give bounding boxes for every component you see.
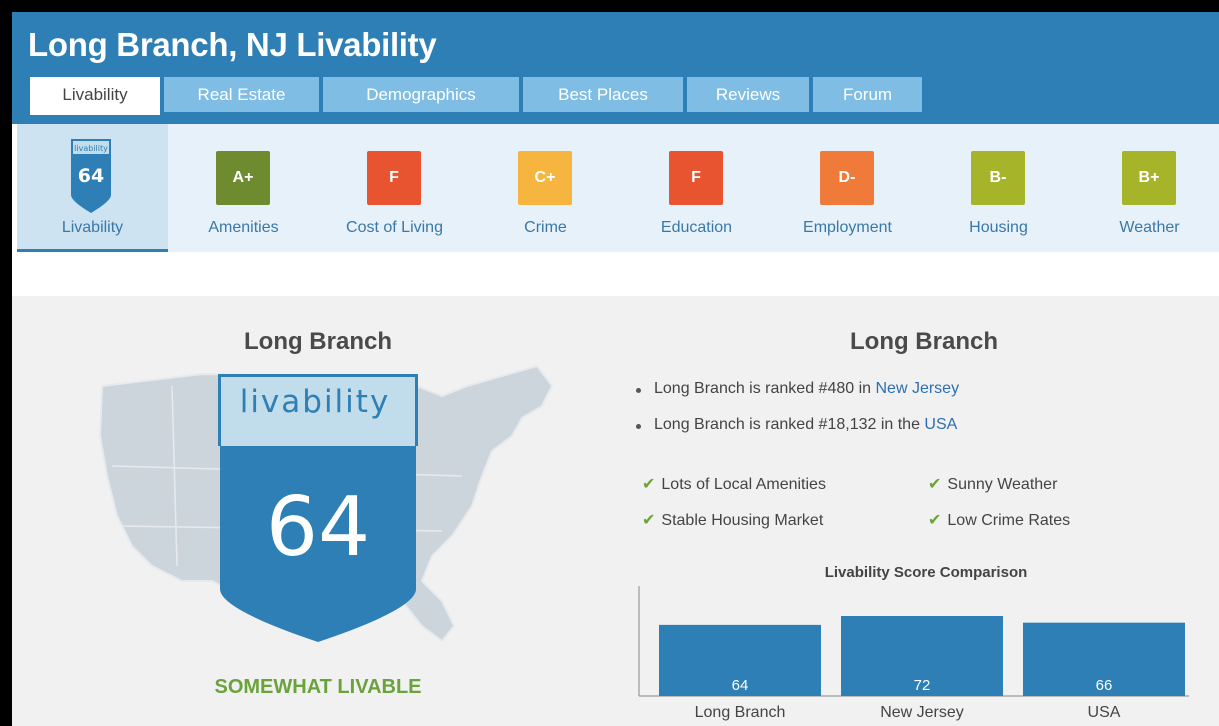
category-employment[interactable]: D- Employment bbox=[772, 124, 923, 252]
page-title: Long Branch, NJ Livability bbox=[28, 26, 437, 63]
category-housing[interactable]: B- Housing bbox=[923, 124, 1074, 252]
category-crime[interactable]: C+ Crime bbox=[470, 124, 621, 252]
livability-verdict: SOMEWHAT LIVABLE bbox=[214, 676, 422, 698]
checkmark-icon: ✔ bbox=[642, 476, 656, 493]
bar-value-label: 72 bbox=[914, 677, 931, 694]
highlight-item: ✔ Sunny Weather bbox=[928, 476, 1058, 493]
highlight-item: ✔ Low Crime Rates bbox=[928, 512, 1071, 529]
category-weather[interactable]: B+ Weather bbox=[1074, 124, 1219, 252]
checkmark-icon: ✔ bbox=[642, 512, 656, 529]
tab-forum[interactable]: Forum bbox=[813, 77, 922, 112]
tab-demographics[interactable]: Demographics bbox=[323, 77, 519, 112]
category-strip: livability 64 Livability A+ Amenities F … bbox=[17, 124, 1219, 252]
chart-title: Livability Score Comparison bbox=[824, 564, 1028, 581]
category-label: Education bbox=[660, 219, 733, 236]
category-livability[interactable]: livability 64 Livability bbox=[17, 124, 168, 252]
category-label: Housing bbox=[969, 219, 1028, 236]
livability-score: 64 bbox=[265, 480, 371, 575]
page: Long Branch, NJ Livability Livability Re… bbox=[12, 12, 1219, 726]
grade-badge: B+ bbox=[1122, 151, 1176, 205]
checkmark-icon: ✔ bbox=[928, 512, 942, 529]
livability-badge-icon: livability 64 bbox=[71, 139, 111, 213]
left-heading: Long Branch bbox=[244, 328, 392, 355]
rank-country-text: Long Branch is ranked #18,132 in the bbox=[654, 416, 925, 433]
category-label: Amenities bbox=[208, 219, 279, 236]
livability-score-badge: livability 64 bbox=[218, 374, 418, 644]
category-amenities[interactable]: A+ Amenities bbox=[168, 124, 319, 252]
usa-link[interactable]: USA bbox=[924, 416, 957, 433]
category-label: Cost of Living bbox=[346, 219, 443, 236]
grade-badge: F bbox=[669, 151, 723, 205]
tab-best-places[interactable]: Best Places bbox=[523, 77, 683, 112]
category-education[interactable]: F Education bbox=[621, 124, 772, 252]
category-label: Employment bbox=[803, 219, 892, 236]
category-label: Crime bbox=[524, 219, 567, 236]
mini-badge-word: livability bbox=[74, 144, 108, 153]
bar-value-label: 64 bbox=[732, 677, 749, 694]
checkmark-icon: ✔ bbox=[928, 476, 942, 493]
category-label: Weather bbox=[1119, 219, 1180, 236]
grade-badge: B- bbox=[971, 151, 1025, 205]
grade-badge: C+ bbox=[518, 151, 572, 205]
rank-country: Long Branch is ranked #18,132 in the USA bbox=[632, 416, 959, 452]
grade-badge: D- bbox=[820, 151, 874, 205]
spacer bbox=[12, 252, 1219, 296]
bar-category-label: USA bbox=[1088, 704, 1121, 721]
tab-reviews[interactable]: Reviews bbox=[687, 77, 809, 112]
new-jersey-link[interactable]: New Jersey bbox=[875, 380, 959, 397]
rank-state: Long Branch is ranked #480 in New Jersey bbox=[632, 380, 959, 416]
mini-badge-score: 64 bbox=[78, 165, 104, 187]
tab-real-estate[interactable]: Real Estate bbox=[164, 77, 319, 112]
bar-value-label: 66 bbox=[1096, 677, 1113, 694]
tab-livability[interactable]: Livability bbox=[30, 77, 160, 115]
bar-category-label: Long Branch bbox=[695, 704, 786, 721]
page-header: Long Branch, NJ Livability Livability Re… bbox=[12, 12, 1219, 124]
grade-badge: A+ bbox=[216, 151, 270, 205]
rank-list: Long Branch is ranked #480 in New Jersey… bbox=[632, 380, 959, 452]
grade-badge: F bbox=[367, 151, 421, 205]
category-label: Livability bbox=[61, 219, 124, 236]
category-cost-of-living[interactable]: F Cost of Living bbox=[319, 124, 470, 252]
highlight-item: ✔ Stable Housing Market bbox=[642, 512, 824, 529]
rank-state-text: Long Branch is ranked #480 in bbox=[654, 380, 876, 397]
right-heading: Long Branch bbox=[850, 328, 998, 355]
livability-comparison-chart: 64 Long Branch 72 New Jersey 66 USA bbox=[638, 586, 1189, 721]
bar-category-label: New Jersey bbox=[880, 704, 964, 721]
highlight-item: ✔ Lots of Local Amenities bbox=[642, 476, 826, 493]
badge-word: livability bbox=[239, 384, 391, 420]
main-content: Long Branch livability 64 SOMEWHAT LIVAB… bbox=[12, 296, 1219, 726]
